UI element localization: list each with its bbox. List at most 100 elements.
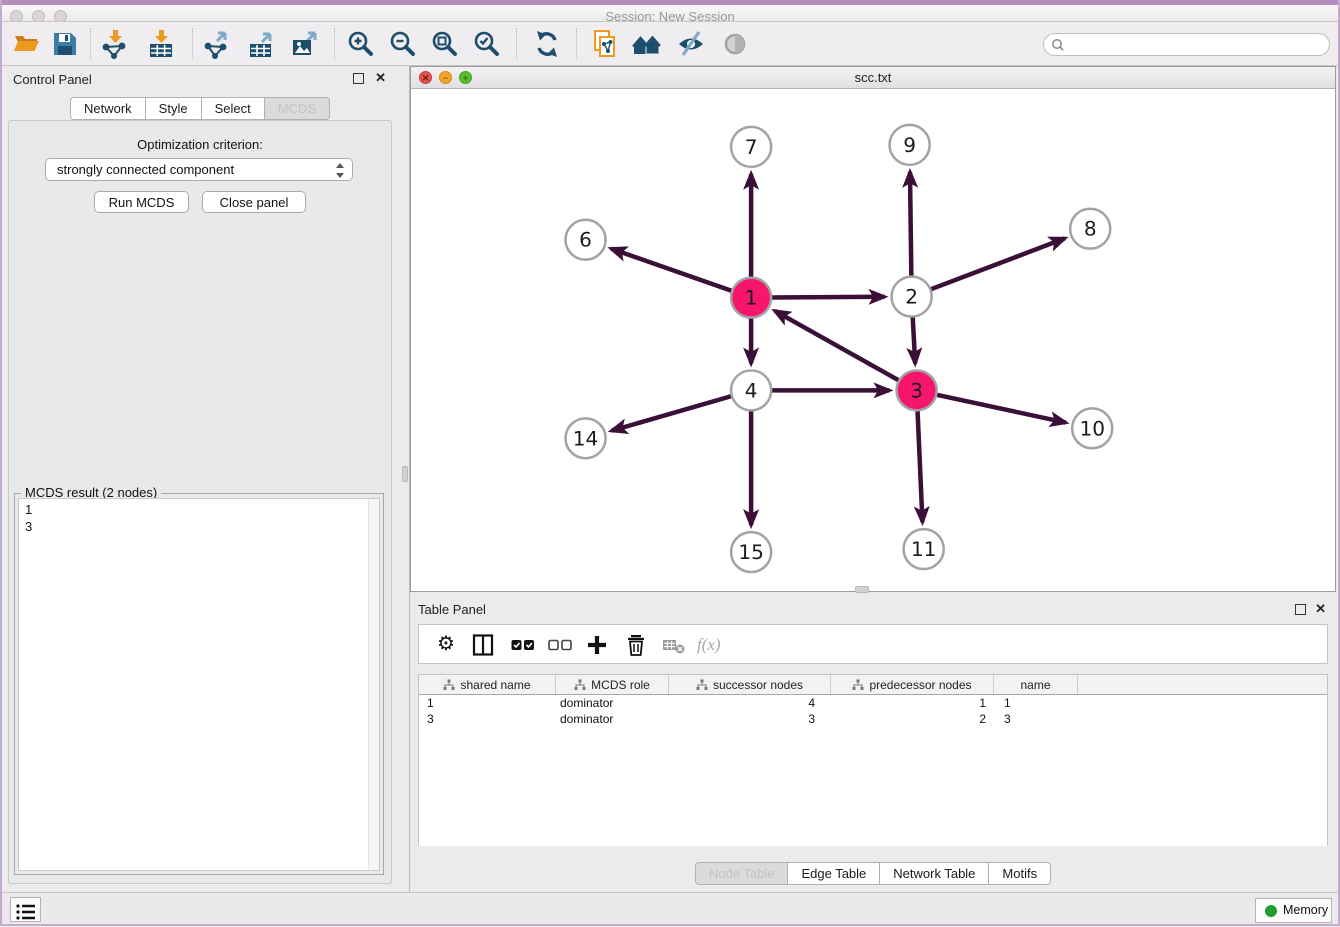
graph-node-6[interactable]: 6 [566,220,606,260]
graph-node-7[interactable]: 7 [731,127,771,167]
criterion-dropdown-value: strongly connected component [57,162,234,177]
graph-node-15[interactable]: 15 [731,532,771,572]
home-icon[interactable] [632,29,662,59]
zoom-fit-icon[interactable] [430,29,460,59]
apply-layout-icon[interactable] [532,29,562,59]
network-window-titlebar[interactable]: ✕ − + scc.txt [411,67,1335,89]
cell-mcds-role[interactable]: dominator [556,695,669,711]
save-session-icon[interactable] [50,29,80,59]
network-canvas[interactable]: 7 9 6 8 1 2 4 3 14 10 15 11 [411,89,1335,591]
graph-edge-2-9[interactable] [910,172,911,277]
tab-edge-table[interactable]: Edge Table [788,862,880,885]
graph-node-11[interactable]: 11 [904,529,944,569]
cell-name[interactable]: 3 [994,711,1078,727]
export-table-icon[interactable] [246,29,276,59]
cell-predecessor-nodes[interactable]: 2 [831,711,994,727]
control-panel-title: Control Panel [13,72,92,87]
mcds-result-textarea[interactable]: 1 3 [18,498,380,871]
graph-edge-1-6[interactable] [611,249,732,291]
graph-edge-2-3[interactable] [913,317,916,364]
select-all-icon[interactable] [511,633,535,657]
column-header-mcds-role[interactable]: MCDS role [556,675,669,694]
tab-network[interactable]: Network [70,97,146,120]
graph-node-9[interactable]: 9 [890,125,930,165]
graph-node-2[interactable]: 2 [892,277,932,317]
close-panel-button[interactable]: Close panel [202,191,306,213]
graph-node-8[interactable]: 8 [1070,209,1110,249]
zoom-out-icon[interactable] [388,29,418,59]
graph-node-10[interactable]: 10 [1072,408,1112,448]
delete-column-icon[interactable] [624,633,648,657]
result-scrollbar[interactable] [368,499,379,870]
cell-successor-nodes[interactable]: 3 [669,711,831,727]
delete-table-icon [662,633,686,657]
graph-edge-3-11[interactable] [918,410,923,522]
dropdown-stepper-icon [336,163,345,178]
network-view-window: ✕ − + scc.txt 7 9 6 8 1 2 4 3 14 10 15 11 [410,66,1336,592]
run-mcds-button[interactable]: Run MCDS [94,191,189,213]
graph-node-1[interactable]: 1 [731,278,771,318]
column-header-successor-nodes[interactable]: successor nodes [669,675,831,694]
horizontal-splitter-handle[interactable] [855,586,869,593]
add-column-icon[interactable] [585,633,609,657]
float-table-panel-icon[interactable] [1295,604,1306,615]
close-table-panel-icon[interactable]: ✕ [1315,601,1326,617]
graph-node-label: 9 [903,133,916,157]
graph-edge-3-1[interactable] [775,311,899,381]
column-header-name[interactable]: name [994,675,1078,694]
split-panel-icon[interactable] [471,633,495,657]
cell-successor-nodes[interactable]: 4 [669,695,831,711]
graph-edge-2-8[interactable] [930,238,1065,289]
toolbar-separator [192,28,193,60]
import-table-icon[interactable] [146,29,176,59]
graph-node-3[interactable]: 3 [897,370,937,410]
graph-edge-3-10[interactable] [936,395,1065,423]
table-row[interactable]: 3 dominator 3 2 3 [419,711,1327,727]
graph-edge-1-2[interactable] [771,297,884,298]
graph-node-label: 4 [745,378,758,402]
close-panel-icon[interactable]: ✕ [375,70,386,86]
settings-gear-icon[interactable]: ⚙ [434,633,458,657]
column-type-icon [574,679,586,691]
tab-network-table[interactable]: Network Table [880,862,989,885]
duplicate-network-icon[interactable] [590,29,620,59]
tab-node-table[interactable]: Node Table [695,862,789,885]
vertical-splitter[interactable] [400,66,410,892]
import-network-icon[interactable] [100,29,130,59]
graph-node-label: 14 [573,426,599,450]
deselect-all-icon[interactable] [548,633,572,657]
tab-mcds[interactable]: MCDS [265,97,330,120]
status-bar: Memory [0,892,1340,926]
float-panel-icon[interactable] [353,73,364,84]
graph-node-label: 2 [905,285,918,309]
task-history-button[interactable] [10,897,41,922]
export-image-icon[interactable] [290,29,320,59]
graph-node-4[interactable]: 4 [731,370,771,410]
column-header-predecessor-nodes[interactable]: predecessor nodes [831,675,994,694]
graph-node-14[interactable]: 14 [566,418,606,458]
tab-motifs[interactable]: Motifs [989,862,1051,885]
tab-select[interactable]: Select [202,97,265,120]
table-row[interactable]: 1 dominator 4 1 1 [419,695,1327,711]
zoom-in-icon[interactable] [346,29,376,59]
cell-shared-name[interactable]: 1 [419,695,556,711]
memory-button[interactable]: Memory [1255,898,1332,923]
cell-name[interactable]: 1 [994,695,1078,711]
cell-shared-name[interactable]: 3 [419,711,556,727]
column-label: predecessor nodes [869,678,971,692]
search-field[interactable] [1043,33,1330,56]
hide-panels-icon[interactable] [676,29,706,59]
cell-predecessor-nodes[interactable]: 1 [831,695,994,711]
network-window-title: scc.txt [411,70,1335,85]
export-network-icon[interactable] [202,29,232,59]
splitter-handle[interactable] [402,466,408,482]
tab-style[interactable]: Style [146,97,202,120]
graph-node-label: 1 [745,286,758,310]
column-header-shared-name[interactable]: shared name [419,675,556,694]
cell-mcds-role[interactable]: dominator [556,711,669,727]
zoom-selected-icon[interactable] [472,29,502,59]
graph-edge-4-14[interactable] [612,396,732,431]
open-file-icon[interactable] [12,29,42,59]
search-input[interactable] [1068,35,1323,54]
criterion-dropdown[interactable]: strongly connected component [45,158,353,181]
